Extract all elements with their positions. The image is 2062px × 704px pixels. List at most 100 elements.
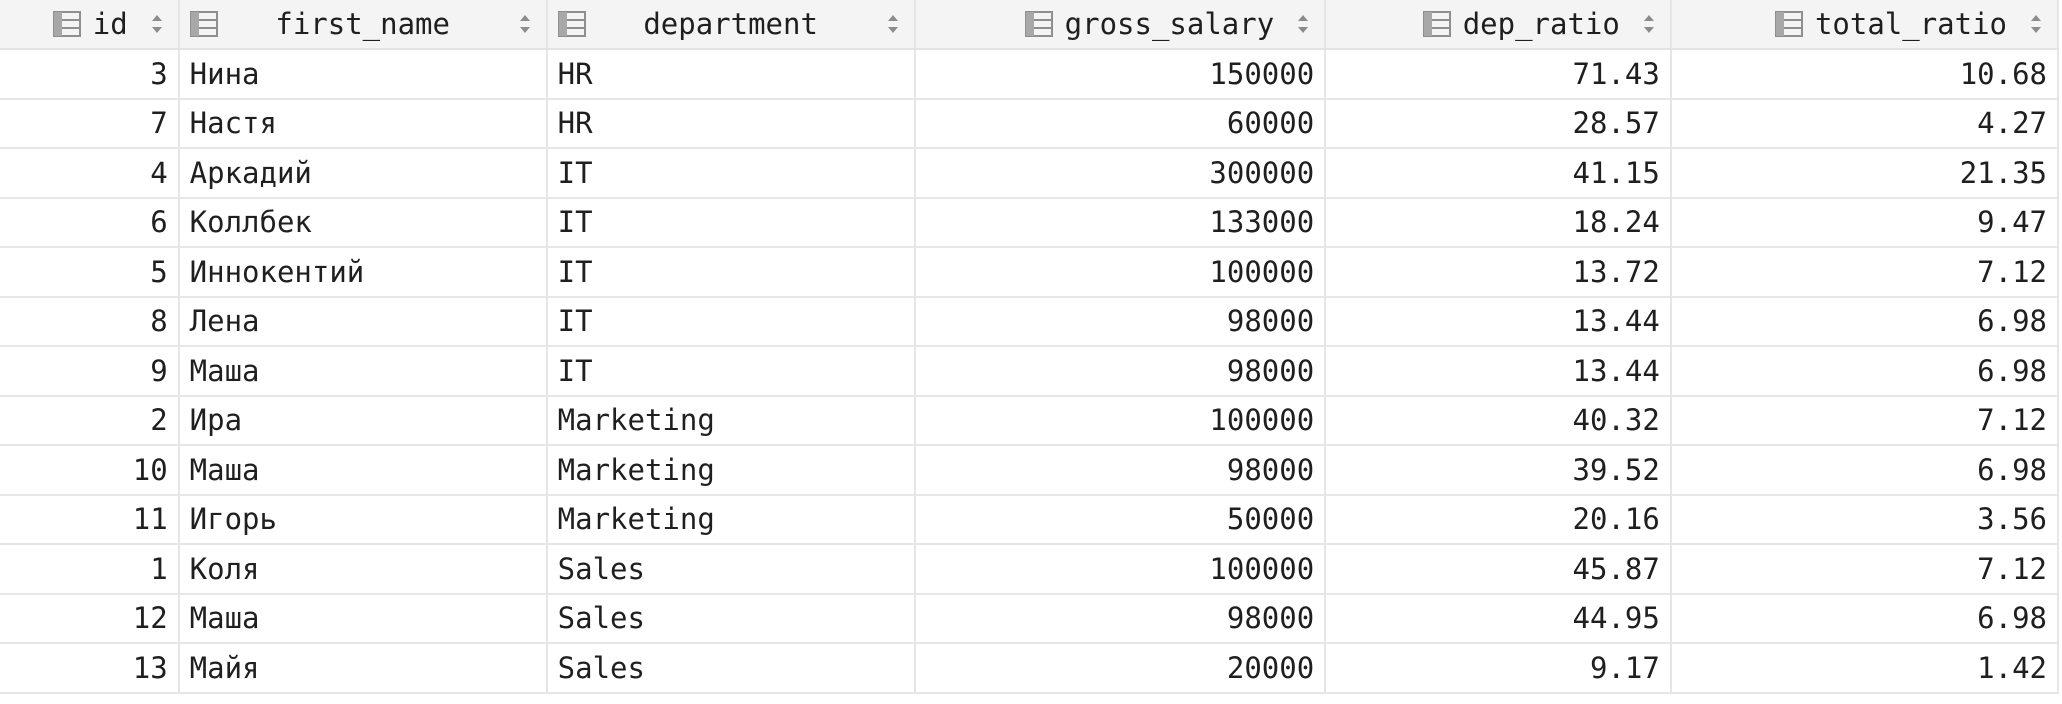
cell-dep-ratio[interactable]: 28.57 [1325, 98, 1672, 149]
cell-department[interactable]: Sales [546, 593, 916, 644]
cell-first-name[interactable]: Ира [178, 395, 548, 446]
cell-total-ratio[interactable]: 4.27 [1670, 98, 2060, 149]
cell-department[interactable]: HR [546, 98, 916, 149]
cell-gross-salary[interactable]: 300000 [914, 148, 1327, 199]
cell-id[interactable]: 12 [0, 593, 180, 644]
table-row[interactable]: 9 Маша IT 98000 13.44 6.98 [0, 346, 2060, 397]
cell-dep-ratio[interactable]: 71.43 [1325, 49, 1672, 100]
cell-total-ratio[interactable]: 6.98 [1670, 296, 2060, 347]
table-row[interactable]: 5 Иннокентий IT 100000 13.72 7.12 [0, 247, 2060, 298]
cell-gross-salary[interactable]: 100000 [914, 247, 1327, 298]
cell-first-name[interactable]: Игорь [178, 494, 548, 545]
cell-gross-salary[interactable]: 20000 [914, 643, 1327, 694]
table-row[interactable]: 10 Маша Marketing 98000 39.52 6.98 [0, 445, 2060, 496]
cell-first-name[interactable]: Нина [178, 49, 548, 100]
cell-id[interactable]: 10 [0, 445, 180, 496]
cell-dep-ratio[interactable]: 18.24 [1325, 197, 1672, 248]
cell-gross-salary[interactable]: 100000 [914, 395, 1327, 446]
cell-total-ratio[interactable]: 10.68 [1670, 49, 2060, 100]
cell-dep-ratio[interactable]: 9.17 [1325, 643, 1672, 694]
cell-department[interactable]: IT [546, 197, 916, 248]
cell-first-name[interactable]: Настя [178, 98, 548, 149]
cell-total-ratio[interactable]: 1.42 [1670, 643, 2060, 694]
cell-dep-ratio[interactable]: 13.44 [1325, 346, 1672, 397]
column-header-gross-salary[interactable]: gross_salary [914, 0, 1327, 50]
cell-id[interactable]: 11 [0, 494, 180, 545]
cell-department[interactable]: HR [546, 49, 916, 100]
cell-dep-ratio[interactable]: 41.15 [1325, 148, 1672, 199]
cell-total-ratio[interactable]: 7.12 [1670, 247, 2060, 298]
table-row[interactable]: 6 Коллбек IT 133000 18.24 9.47 [0, 197, 2060, 248]
cell-department[interactable]: IT [546, 148, 916, 199]
table-row[interactable]: 3 Нина HR 150000 71.43 10.68 [0, 49, 2060, 100]
cell-dep-ratio[interactable]: 39.52 [1325, 445, 1672, 496]
cell-dep-ratio[interactable]: 13.44 [1325, 296, 1672, 347]
cell-first-name[interactable]: Маша [178, 346, 548, 397]
column-header-total-ratio[interactable]: total_ratio [1670, 0, 2060, 50]
cell-gross-salary[interactable]: 133000 [914, 197, 1327, 248]
cell-gross-salary[interactable]: 98000 [914, 346, 1327, 397]
table-row[interactable]: 4 Аркадий IT 300000 41.15 21.35 [0, 148, 2060, 199]
cell-total-ratio[interactable]: 7.12 [1670, 395, 2060, 446]
cell-department[interactable]: Marketing [546, 494, 916, 545]
cell-id[interactable]: 4 [0, 148, 180, 199]
cell-department[interactable]: Marketing [546, 445, 916, 496]
cell-first-name[interactable]: Аркадий [178, 148, 548, 199]
cell-gross-salary[interactable]: 60000 [914, 98, 1327, 149]
table-row[interactable]: 12 Маша Sales 98000 44.95 6.98 [0, 593, 2060, 644]
column-header-department[interactable]: department [546, 0, 916, 50]
cell-id[interactable]: 7 [0, 98, 180, 149]
cell-dep-ratio[interactable]: 44.95 [1325, 593, 1672, 644]
cell-dep-ratio[interactable]: 13.72 [1325, 247, 1672, 298]
cell-gross-salary[interactable]: 98000 [914, 296, 1327, 347]
cell-id[interactable]: 9 [0, 346, 180, 397]
sort-icon[interactable] [886, 13, 900, 35]
cell-total-ratio[interactable]: 6.98 [1670, 346, 2060, 397]
cell-first-name[interactable]: Лена [178, 296, 548, 347]
sort-icon[interactable] [1642, 13, 1656, 35]
cell-department[interactable]: IT [546, 247, 916, 298]
table-row[interactable]: 8 Лена IT 98000 13.44 6.98 [0, 296, 2060, 347]
cell-id[interactable]: 13 [0, 643, 180, 694]
cell-gross-salary[interactable]: 98000 [914, 445, 1327, 496]
cell-gross-salary[interactable]: 100000 [914, 544, 1327, 595]
cell-first-name[interactable]: Маша [178, 445, 548, 496]
cell-department[interactable]: Sales [546, 643, 916, 694]
cell-id[interactable]: 3 [0, 49, 180, 100]
table-row[interactable]: 2 Ира Marketing 100000 40.32 7.12 [0, 395, 2060, 446]
cell-first-name[interactable]: Коля [178, 544, 548, 595]
sort-icon[interactable] [150, 13, 164, 35]
sort-icon[interactable] [1296, 13, 1310, 35]
table-row[interactable]: 1 Коля Sales 100000 45.87 7.12 [0, 544, 2060, 595]
cell-dep-ratio[interactable]: 40.32 [1325, 395, 1672, 446]
table-row[interactable]: 11 Игорь Marketing 50000 20.16 3.56 [0, 494, 2060, 545]
cell-total-ratio[interactable]: 7.12 [1670, 544, 2060, 595]
cell-department[interactable]: Marketing [546, 395, 916, 446]
table-row[interactable]: 7 Настя HR 60000 28.57 4.27 [0, 98, 2060, 149]
cell-first-name[interactable]: Майя [178, 643, 548, 694]
sort-icon[interactable] [518, 13, 532, 35]
cell-department[interactable]: IT [546, 296, 916, 347]
cell-total-ratio[interactable]: 6.98 [1670, 445, 2060, 496]
column-header-dep-ratio[interactable]: dep_ratio [1325, 0, 1672, 50]
cell-department[interactable]: Sales [546, 544, 916, 595]
cell-id[interactable]: 1 [0, 544, 180, 595]
cell-total-ratio[interactable]: 6.98 [1670, 593, 2060, 644]
cell-id[interactable]: 5 [0, 247, 180, 298]
cell-gross-salary[interactable]: 98000 [914, 593, 1327, 644]
cell-first-name[interactable]: Маша [178, 593, 548, 644]
cell-id[interactable]: 2 [0, 395, 180, 446]
cell-dep-ratio[interactable]: 20.16 [1325, 494, 1672, 545]
cell-total-ratio[interactable]: 9.47 [1670, 197, 2060, 248]
cell-dep-ratio[interactable]: 45.87 [1325, 544, 1672, 595]
cell-first-name[interactable]: Коллбек [178, 197, 548, 248]
sort-icon[interactable] [2029, 13, 2043, 35]
cell-department[interactable]: IT [546, 346, 916, 397]
column-header-first-name[interactable]: first_name [178, 0, 548, 50]
column-header-id[interactable]: id [0, 0, 180, 50]
cell-first-name[interactable]: Иннокентий [178, 247, 548, 298]
cell-id[interactable]: 6 [0, 197, 180, 248]
cell-total-ratio[interactable]: 3.56 [1670, 494, 2060, 545]
cell-total-ratio[interactable]: 21.35 [1670, 148, 2060, 199]
table-row[interactable]: 13 Майя Sales 20000 9.17 1.42 [0, 643, 2060, 694]
